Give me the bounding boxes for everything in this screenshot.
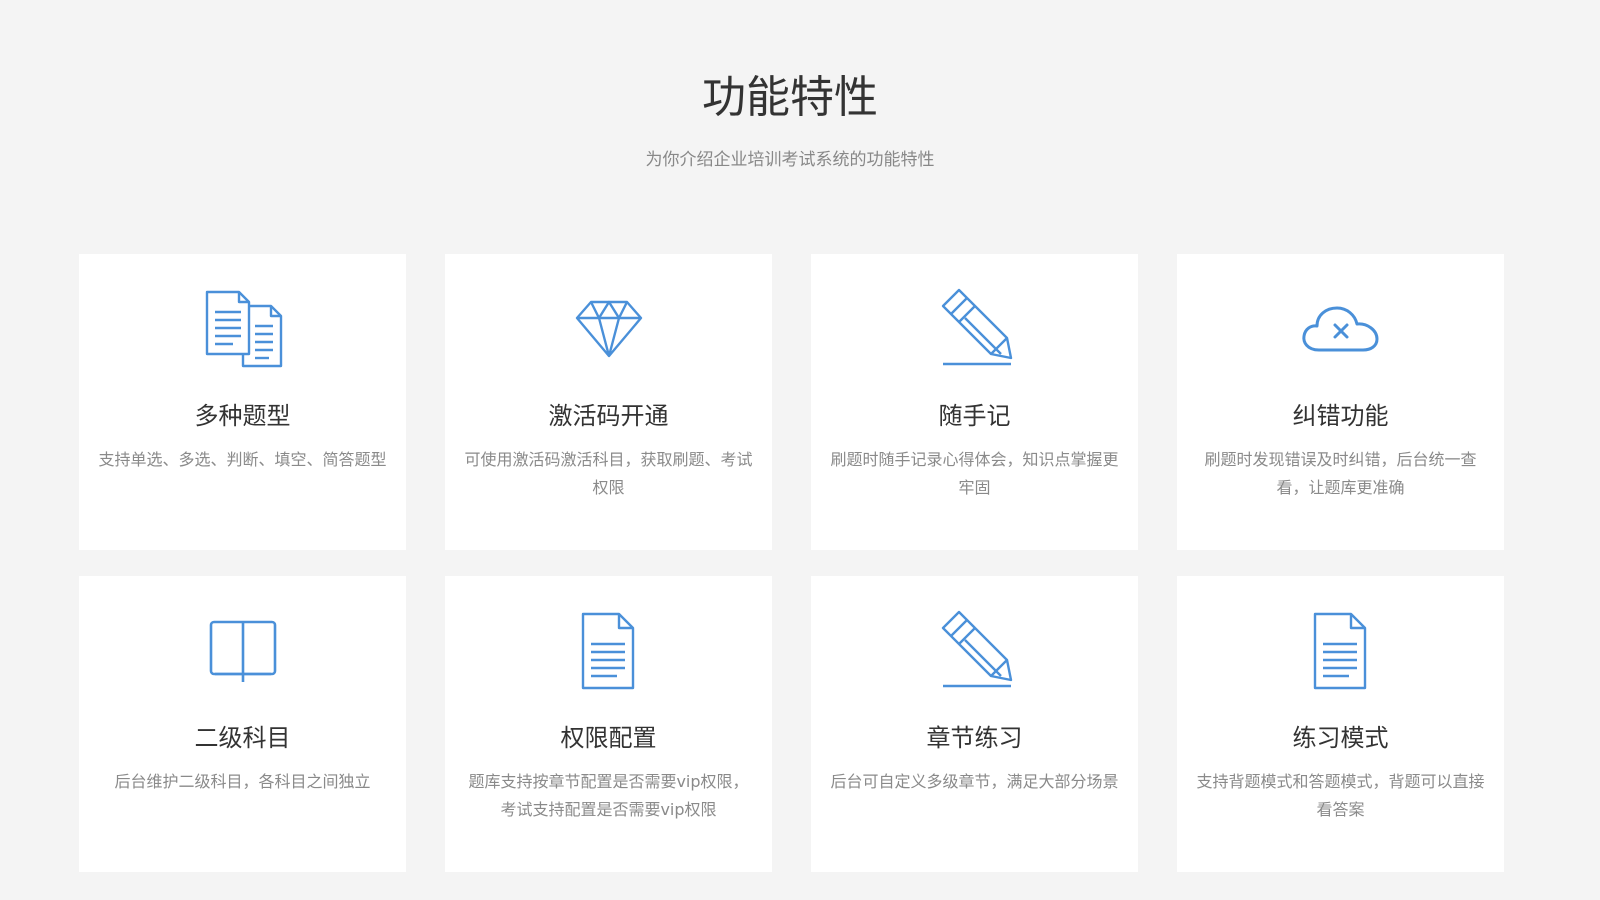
pencil-icon — [929, 610, 1021, 692]
feature-description: 可使用激活码激活科目，获取刷题、考试权限 — [464, 450, 753, 497]
feature-title: 章节练习 — [926, 724, 1023, 752]
cloud-error-icon — [1295, 288, 1387, 370]
feature-description: 后台可自定义多级章节，满足大部分场景 — [830, 772, 1119, 791]
feature-card-error-correction[interactable]: 纠错功能 刷题时发现错误及时纠错，后台统一查看，让题库更准确 — [1177, 254, 1504, 550]
feature-description: 刷题时发现错误及时纠错，后台统一查看，让题库更准确 — [1204, 450, 1477, 497]
feature-card-permissions[interactable]: 权限配置 题库支持按章节配置是否需要vip权限，考试支持配置是否需要vip权限 — [445, 576, 772, 872]
feature-description: 后台维护二级科目，各科目之间独立 — [114, 772, 371, 791]
features-page: 功能特性 为你介绍企业培训考试系统的功能特性 多种题型 支持单选、多选、判断、填… — [0, 0, 1600, 900]
feature-title: 权限配置 — [560, 724, 657, 752]
feature-card-activation-code[interactable]: 激活码开通 可使用激活码激活科目，获取刷题、考试权限 — [445, 254, 772, 550]
document-icon — [563, 610, 655, 692]
feature-description: 支持背题模式和答题模式，背题可以直接看答案 — [1196, 772, 1485, 819]
book-icon — [197, 610, 289, 692]
feature-grid: 多种题型 支持单选、多选、判断、填空、简答题型 激活码开通 可使用激活码激活科目… — [79, 254, 1505, 872]
feature-title: 激活码开通 — [548, 402, 669, 430]
feature-title: 随手记 — [938, 402, 1011, 430]
feature-description: 支持单选、多选、判断、填空、简答题型 — [98, 450, 387, 469]
diamond-icon — [563, 288, 655, 370]
pencil-icon — [929, 288, 1021, 370]
section-title: 功能特性 — [702, 72, 878, 123]
feature-card-secondary-subjects[interactable]: 二级科目 后台维护二级科目，各科目之间独立 — [79, 576, 406, 872]
feature-card-practice-mode[interactable]: 练习模式 支持背题模式和答题模式，背题可以直接看答案 — [1177, 576, 1504, 872]
document-icon — [1295, 610, 1387, 692]
feature-card-chapter-practice[interactable]: 章节练习 后台可自定义多级章节，满足大部分场景 — [811, 576, 1138, 872]
feature-title: 多种题型 — [194, 402, 291, 430]
feature-card-quick-notes[interactable]: 随手记 刷题时随手记录心得体会，知识点掌握更牢固 — [811, 254, 1138, 550]
feature-card-question-types[interactable]: 多种题型 支持单选、多选、判断、填空、简答题型 — [79, 254, 406, 550]
feature-description: 刷题时随手记录心得体会，知识点掌握更牢固 — [830, 450, 1119, 497]
section-subtitle: 为你介绍企业培训考试系统的功能特性 — [645, 150, 935, 170]
feature-title: 二级科目 — [194, 724, 291, 752]
feature-title: 纠错功能 — [1292, 402, 1389, 430]
documents-icon — [197, 288, 289, 370]
feature-description: 题库支持按章节配置是否需要vip权限，考试支持配置是否需要vip权限 — [468, 772, 749, 819]
feature-title: 练习模式 — [1292, 724, 1389, 752]
